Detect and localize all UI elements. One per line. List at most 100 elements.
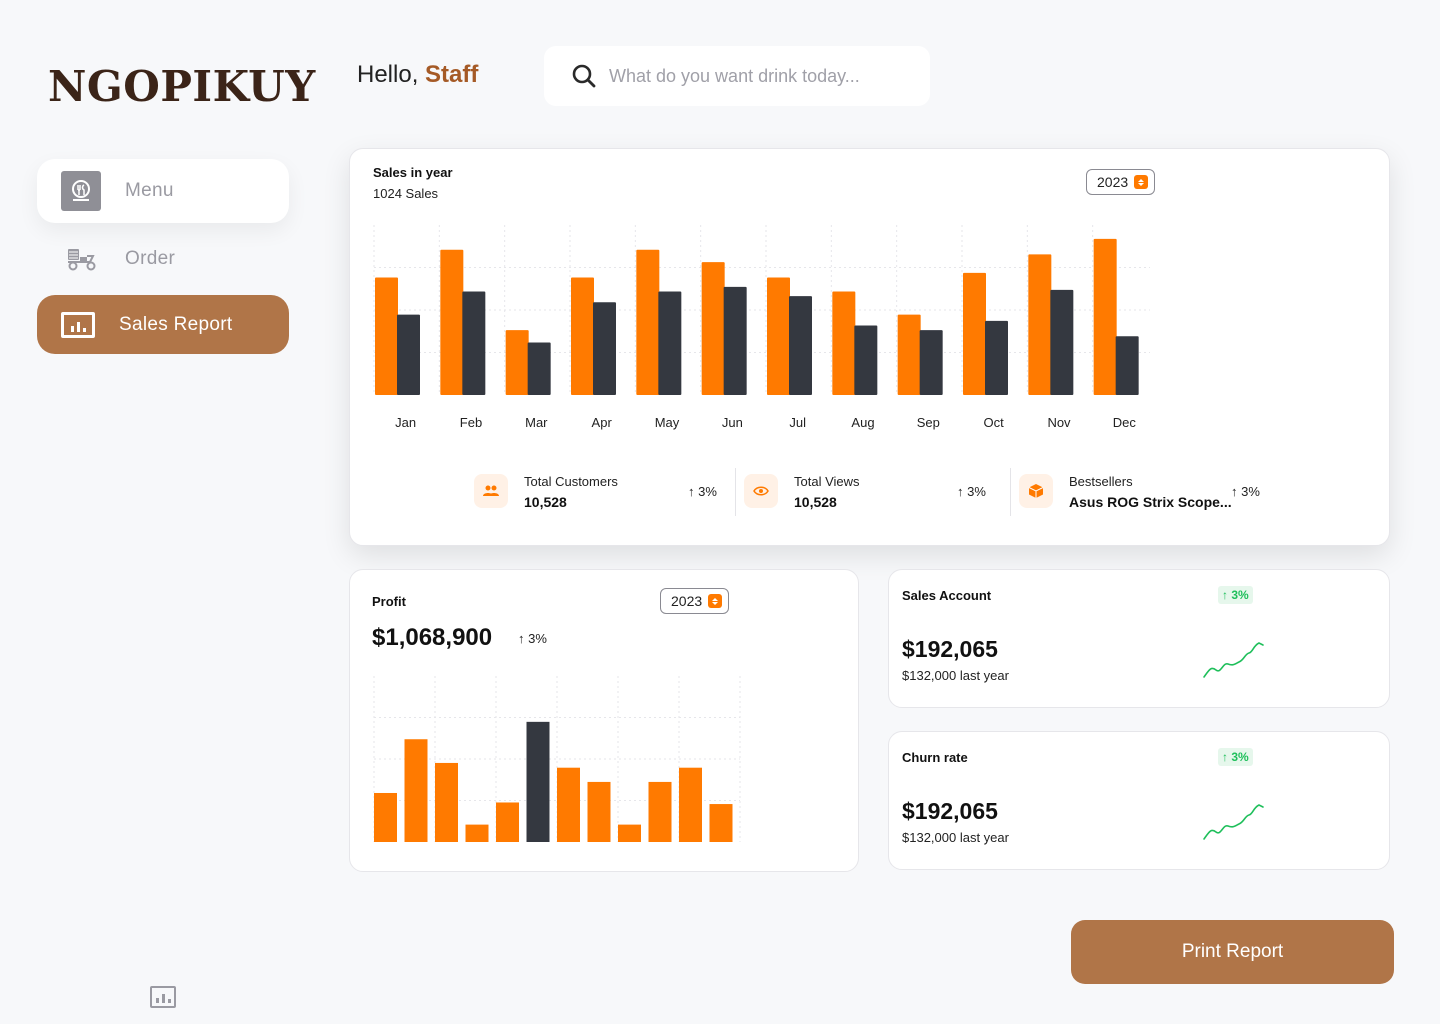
tick-label: Nov <box>1047 415 1071 430</box>
stat-label: Total Views <box>794 474 860 489</box>
bar-chart-icon[interactable] <box>150 986 176 1008</box>
bar <box>919 330 943 395</box>
tick-label: Jul <box>789 415 806 430</box>
search-bar[interactable] <box>544 46 930 106</box>
bar <box>440 249 464 395</box>
change-badge: ↑ 3% <box>1218 586 1253 604</box>
card-title: Churn rate <box>902 750 968 765</box>
stat-change: ↑ 3% <box>1231 484 1260 499</box>
change-badge: ↑ 3% <box>1218 748 1253 766</box>
brand-logo: NGOPIKUY <box>48 62 316 111</box>
user-name: Staff <box>425 61 479 88</box>
bar <box>767 277 790 395</box>
churn-rate-card: Churn rate ↑ 3% $192,065 $132,000 last y… <box>888 731 1390 870</box>
bar <box>375 277 398 395</box>
stat-total-views: Total Views 10,528 ↑ 3% <box>742 470 1010 516</box>
stat-change: ↑ 3% <box>688 484 717 499</box>
bar <box>1093 238 1117 395</box>
greeting: Hello, Staff <box>357 61 478 89</box>
sidebar-item-label: Sales Report <box>119 313 233 335</box>
sales-account-card: Sales Account ↑ 3% $192,065 $132,000 las… <box>888 569 1390 708</box>
tick-label: Jun <box>722 415 743 430</box>
last-year-text: $132,000 last year <box>902 668 1009 683</box>
card-title: Sales Account <box>902 588 992 603</box>
bar <box>527 342 551 395</box>
sidebar-item-order[interactable]: Order <box>37 227 289 291</box>
year-value: 2023 <box>671 593 703 609</box>
bar <box>679 767 702 842</box>
stat-value: Asus ROG Strix Scope... <box>1069 494 1232 510</box>
search-icon <box>572 64 596 88</box>
year-value: 2023 <box>1097 174 1129 190</box>
bar <box>435 762 458 842</box>
tick-label: Oct <box>984 415 1005 430</box>
tick-label: Dec <box>1113 415 1137 430</box>
bar <box>618 824 641 842</box>
profit-value: $1,068,900 <box>372 624 493 651</box>
sales-stats-row: Total Customers 10,528 ↑ 3% Total Views … <box>472 468 1287 516</box>
bar <box>832 291 856 395</box>
bar <box>709 804 733 842</box>
profit-card: Profit 2023 $1,068,900 ↑ 3% <box>349 569 859 872</box>
tick-label: Jan <box>395 415 416 430</box>
stat-total-customers: Total Customers 10,528 ↑ 3% <box>472 470 735 516</box>
bar <box>496 802 519 842</box>
box-icon <box>1019 474 1053 508</box>
bar <box>854 325 878 395</box>
bar <box>465 824 489 842</box>
tick-label: Mar <box>525 415 548 430</box>
tick-label: Apr <box>592 415 613 430</box>
bar <box>1115 336 1139 395</box>
sidebar-item-sales-report[interactable]: Sales Report <box>37 295 289 354</box>
bar <box>985 320 1008 395</box>
year-select[interactable]: 2023 <box>1086 169 1156 195</box>
tick-label: Sep <box>917 415 940 430</box>
year-select[interactable]: 2023 <box>660 588 730 614</box>
stat-label: Bestsellers <box>1069 474 1133 489</box>
bar <box>723 286 747 395</box>
tick-label: Feb <box>460 415 482 430</box>
food-cloche-icon <box>61 171 101 211</box>
bar <box>571 277 594 395</box>
bar <box>397 314 420 395</box>
tick-label: Aug <box>851 415 874 430</box>
print-report-button[interactable]: Print Report <box>1071 920 1394 984</box>
bar <box>963 272 986 395</box>
divider <box>735 468 736 516</box>
bar <box>593 302 616 395</box>
last-year-text: $132,000 last year <box>902 830 1009 845</box>
bar <box>658 291 682 395</box>
greeting-text: Hello, <box>357 61 419 88</box>
bar <box>636 249 660 395</box>
sidebar-item-label: Order <box>125 248 176 269</box>
sort-arrows-icon <box>708 594 723 608</box>
profit-bar-chart <box>373 676 741 842</box>
sales-bar-chart: Jan Feb Mar Apr May Jun Jul Aug Sep Oct Nov Dec <box>373 225 1150 430</box>
bar <box>648 781 672 842</box>
stat-change: ↑ 3% <box>957 484 986 499</box>
tick-label: May <box>655 415 680 430</box>
bar <box>505 330 529 395</box>
delivery-scooter-icon <box>65 244 99 274</box>
bar <box>1050 289 1074 395</box>
bar-chart-icon <box>61 311 95 338</box>
bar <box>897 314 921 395</box>
divider <box>1010 468 1011 516</box>
stat-value: 10,528 <box>794 494 837 510</box>
bar <box>701 262 725 395</box>
sidebar-item-menu[interactable]: Menu <box>37 159 289 223</box>
card-subtitle: 1024 Sales <box>373 186 439 201</box>
bar <box>526 721 550 842</box>
stat-bestsellers: Bestsellers Asus ROG Strix Scope... ↑ 3% <box>1017 470 1287 516</box>
trend-sparkline <box>1203 804 1264 840</box>
bar <box>462 291 486 395</box>
stat-label: Total Customers <box>524 474 618 489</box>
card-value: $192,065 <box>902 636 998 662</box>
bar <box>404 739 428 842</box>
bar <box>1028 254 1052 395</box>
search-input[interactable] <box>609 65 909 87</box>
sort-arrows-icon <box>1134 175 1149 189</box>
bar <box>557 767 580 842</box>
sidebar-item-label: Menu <box>125 180 174 201</box>
users-icon <box>474 474 508 508</box>
